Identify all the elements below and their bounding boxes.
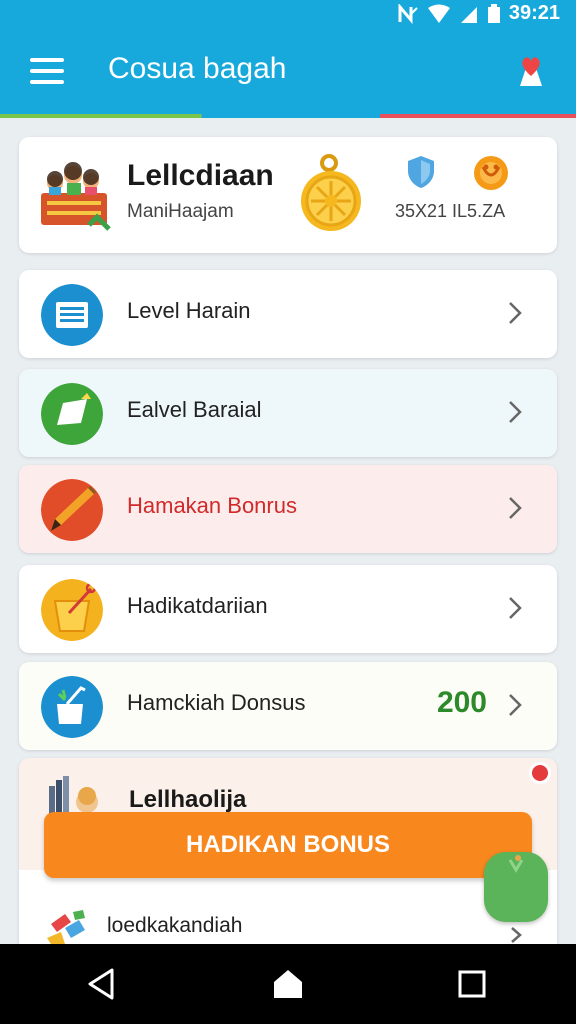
home-icon[interactable] — [270, 966, 306, 1002]
wifi-icon — [427, 4, 450, 23]
chevron-right-icon — [509, 597, 522, 619]
profile-subtitle: ManiHaajam — [127, 201, 234, 222]
status-bar: 39:21 — [0, 0, 576, 28]
cup-icon — [41, 676, 103, 738]
claim-bonus-button[interactable]: HADIKAN BONUS — [44, 812, 532, 878]
menu-line — [30, 58, 64, 62]
signal-icon — [460, 6, 477, 23]
document-icon — [41, 284, 103, 346]
menu-line — [30, 80, 64, 84]
bucket-icon — [41, 579, 103, 641]
leaderboard-label: Lellhaolija — [129, 786, 247, 813]
menu-button[interactable] — [30, 58, 64, 84]
battery-icon — [487, 3, 500, 23]
group-avatar-icon — [41, 162, 111, 231]
app-bar-divider — [0, 114, 576, 118]
chevron-right-icon — [509, 497, 522, 519]
nfc-icon — [398, 3, 418, 24]
menu-row-hamakan-bonrus[interactable]: Hamakan Bonrus — [19, 465, 557, 553]
menu-row-ealvel-baraial[interactable]: Ealvel Baraial — [19, 369, 557, 457]
pencil-icon — [41, 479, 103, 541]
menu-line — [30, 69, 64, 73]
profile-card[interactable]: Lellcdiaan ManiHaajam 35X21 IL5.ZA — [19, 137, 557, 253]
back-icon[interactable] — [84, 966, 120, 1002]
menu-row-hamckiah-donsus[interactable]: Hamckiah Donsus 200 — [19, 662, 557, 750]
coin-icon — [301, 154, 361, 231]
menu-row-label: Level Harain — [127, 298, 251, 323]
note-icon — [41, 383, 103, 445]
chevron-right-icon — [509, 694, 522, 716]
list-item-label: loedkakandiah — [107, 914, 243, 937]
menu-row-label: Hadikatdariian — [127, 593, 268, 618]
profile-stats: 35X21 IL5.ZA — [395, 201, 506, 221]
system-nav-bar — [0, 944, 576, 1024]
app-bar: Cosua bagah — [0, 28, 576, 116]
blocks-icon — [47, 910, 85, 944]
floating-action-button[interactable] — [484, 852, 548, 922]
bonus-value: 200 — [436, 686, 487, 719]
list-item[interactable]: loedkakandiah — [19, 870, 557, 944]
status-time: 39:21 — [508, 2, 560, 24]
chevron-right-icon — [509, 302, 522, 324]
favorite-button[interactable] — [514, 54, 548, 88]
chevron-right-icon — [511, 927, 522, 943]
award-badge-icon — [474, 156, 508, 190]
chevron-right-icon — [509, 401, 522, 423]
menu-row-hadikatdariian[interactable]: Hadikatdariian — [19, 565, 557, 653]
profile-name: Lellcdiaan — [127, 159, 274, 192]
menu-row-label: Hamckiah Donsus — [127, 690, 306, 715]
app-title: Cosua bagah — [108, 52, 287, 85]
recents-icon[interactable] — [454, 966, 490, 1002]
notification-dot — [529, 762, 551, 784]
menu-row-level-harain[interactable]: Level Harain — [19, 270, 557, 358]
status-icons: 39:21 — [397, 2, 560, 25]
menu-row-label: Hamakan Bonrus — [127, 493, 297, 518]
shield-icon — [408, 156, 434, 188]
menu-row-label: Ealvel Baraial — [127, 397, 262, 422]
